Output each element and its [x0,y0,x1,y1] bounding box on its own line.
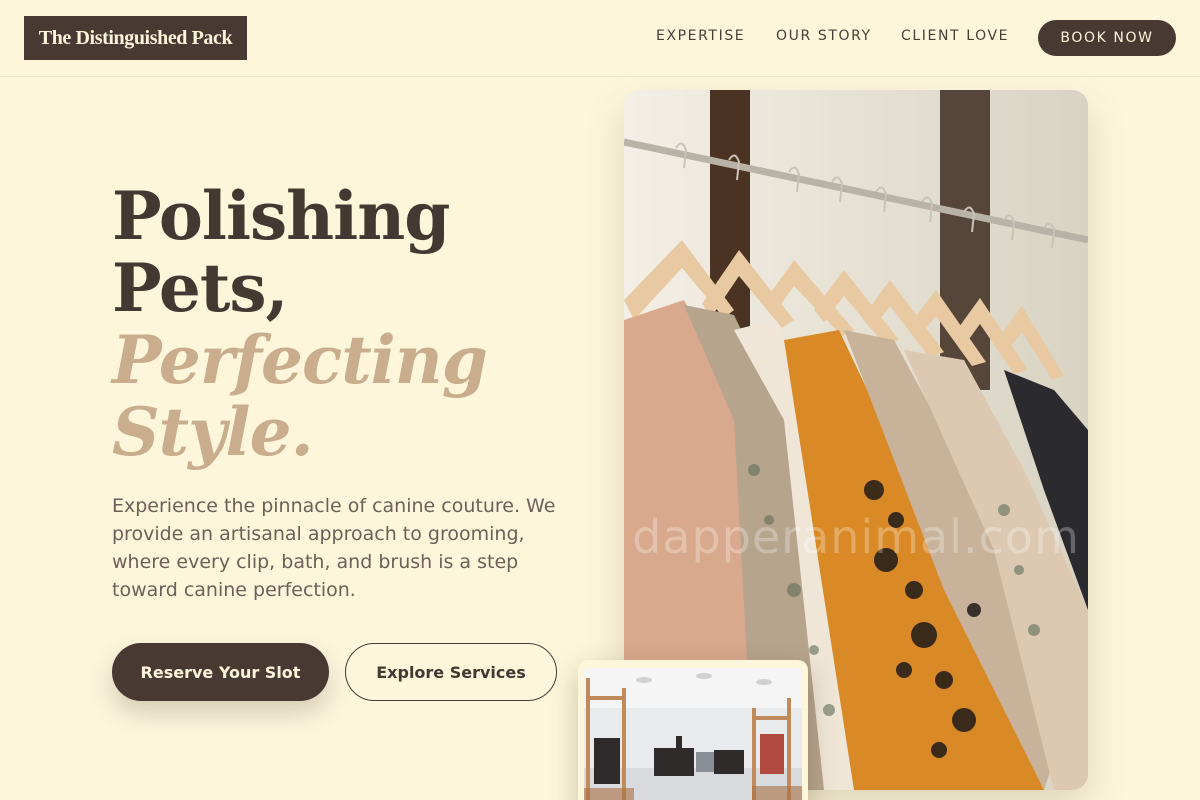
nav-link-our-story[interactable]: OUR STORY [776,28,872,44]
boutique-thumbnail-card [578,660,808,800]
nav-link-expertise[interactable]: EXPERTISE [656,28,745,44]
boutique-illustration [584,668,802,800]
nav-link-client-love[interactable]: CLIENT LOVE [901,28,1009,44]
hero-description: Experience the pinnacle of canine coutur… [112,495,556,601]
explore-services-button[interactable]: Explore Services [345,643,557,701]
image-watermark: dapperanimal.com [632,510,1080,564]
boutique-interior-photo [584,668,802,800]
book-now-button[interactable]: BOOK NOW [1038,20,1176,56]
hero-title: Polishing Pets, Perfecting Style. [112,177,488,471]
hero-title-line-2: Pets, [112,249,288,327]
hero-title-accent-1: Perfecting [112,321,488,399]
hero-title-line-1: Polishing [112,177,450,255]
reserve-slot-button[interactable]: Reserve Your Slot [112,643,329,701]
hero-title-accent-2: Style. [112,393,314,471]
brand-logo[interactable]: The Distinguished Pack [24,16,247,60]
top-nav: The Distinguished Pack EXPERTISE OUR STO… [0,0,1200,77]
